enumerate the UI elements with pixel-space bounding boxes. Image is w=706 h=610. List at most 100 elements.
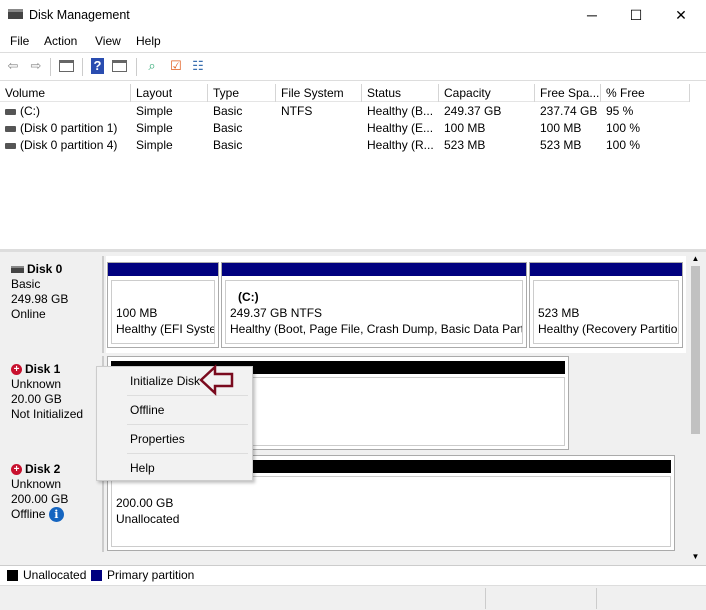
- partition-status: Healthy (Recovery Partition): [538, 322, 679, 336]
- cell-text: 100 %: [606, 138, 641, 152]
- menu-item-help[interactable]: Help: [130, 457, 155, 479]
- disk-state: Offline: [11, 507, 46, 521]
- legend-label-unallocated: Unallocated: [23, 568, 87, 582]
- title-bar: Disk Management ─ ☐ ✕: [0, 0, 706, 30]
- menu-action[interactable]: Action: [44, 34, 77, 48]
- volume-cell: 100 %: [601, 120, 690, 137]
- menu-item-offline[interactable]: Offline: [130, 399, 164, 421]
- menu-view[interactable]: View: [95, 34, 121, 48]
- column-free-space[interactable]: Free Spa...: [535, 84, 601, 102]
- partition-size: 249.37 GB NTFS: [230, 306, 323, 320]
- volume-row[interactable]: (C:) Simple Basic NTFS Healthy (B... 249.37 G…: [0, 103, 690, 120]
- cell-text: Healthy (B...: [367, 104, 434, 118]
- volume-icon: [5, 142, 16, 149]
- status-bar: [0, 585, 706, 610]
- column-status[interactable]: Status: [362, 84, 439, 102]
- cell-text: (Disk 0 partition 1): [20, 121, 118, 135]
- cell-text: Basic: [213, 121, 243, 135]
- volume-row[interactable]: (Disk 0 partition 4) Simple Basic Healthy (…: [0, 137, 690, 154]
- volume-icon: [5, 125, 16, 132]
- minimize-button[interactable]: ─: [569, 0, 615, 30]
- volume-cell: Healthy (B...: [362, 103, 439, 120]
- volume-icon: [5, 108, 16, 115]
- help-icon[interactable]: ?: [88, 56, 108, 76]
- cell-text: (C:): [20, 104, 40, 118]
- check-icon[interactable]: ☑: [166, 56, 186, 76]
- forward-icon[interactable]: ⇨: [26, 56, 46, 76]
- column-file-system[interactable]: File System: [276, 84, 362, 102]
- cell-text: Healthy (R...: [367, 138, 434, 152]
- volume-cell: NTFS: [276, 103, 362, 120]
- menu-help[interactable]: Help: [136, 34, 161, 48]
- partition-name: (C:): [238, 290, 259, 304]
- menu-file[interactable]: File: [10, 34, 29, 48]
- cell-text: Simple: [136, 138, 173, 152]
- volume-cell: 95 %: [601, 103, 690, 120]
- cell-text: (Disk 0 partition 4): [20, 138, 118, 152]
- volume-cell: Simple: [131, 120, 208, 137]
- info-icon[interactable]: i: [48, 507, 64, 523]
- partition-size: 200.00 GB: [116, 496, 174, 510]
- legend: Unallocated Primary partition: [0, 565, 706, 585]
- disk-2-label[interactable]: + Disk 2 Unknown 200.00 GB Offline i: [4, 456, 104, 552]
- disk-management-icon: [8, 9, 23, 19]
- disk-icon: [11, 266, 24, 274]
- volume-cell: 100 MB: [535, 120, 601, 137]
- column-percent-free[interactable]: % Free: [601, 84, 690, 102]
- disk-state: Online: [11, 307, 46, 321]
- volume-cell: 523 MB: [535, 137, 601, 154]
- column-type[interactable]: Type: [208, 84, 276, 102]
- cell-text: 523 MB: [444, 138, 486, 152]
- properties-list-icon[interactable]: ☷: [188, 56, 208, 76]
- cell-text: 523 MB: [540, 138, 582, 152]
- disk-name: Disk 0: [27, 262, 63, 276]
- disk-1-label[interactable]: + Disk 1 Unknown 20.00 GB Not Initialized: [4, 356, 104, 453]
- legend-label-primary: Primary partition: [107, 568, 195, 582]
- cell-text: 95 %: [606, 104, 634, 118]
- cell-text: Simple: [136, 121, 173, 135]
- volume-cell: 523 MB: [439, 137, 535, 154]
- connect-icon[interactable]: ⌕: [142, 56, 162, 76]
- menu-item-initialize-disk[interactable]: Initialize Disk: [130, 370, 200, 392]
- cell-text: 100 MB: [444, 121, 486, 135]
- volume-cell: (C:): [0, 103, 131, 120]
- cell-text: 100 %: [606, 121, 641, 135]
- maximize-button[interactable]: ☐: [613, 0, 659, 30]
- disk-name: Disk 2: [25, 462, 61, 476]
- column-volume[interactable]: Volume: [0, 84, 131, 102]
- volume-cell: Healthy (R...: [362, 137, 439, 154]
- disk-state: Not Initialized: [11, 407, 84, 421]
- volume-cell: Basic: [208, 120, 276, 137]
- volume-cell: Basic: [208, 103, 276, 120]
- partition-size: 100 MB: [116, 306, 158, 320]
- volume-cell: 237.74 GB: [535, 103, 601, 120]
- partition-recovery[interactable]: 523 MB Healthy (Recovery Partition): [529, 262, 683, 348]
- cell-text: Healthy (E...: [367, 121, 434, 135]
- menu-item-properties[interactable]: Properties: [130, 428, 185, 450]
- volume-row[interactable]: (Disk 0 partition 1) Simple Basic Healthy (…: [0, 120, 690, 137]
- partition-efi[interactable]: 100 MB Healthy (EFI System Partition): [107, 262, 219, 348]
- disk-size: 200.00 GB: [11, 492, 69, 506]
- disk-map-scrollbar[interactable]: ▲ ▼: [688, 252, 703, 564]
- column-layout[interactable]: Layout: [131, 84, 208, 102]
- close-button[interactable]: ✕: [658, 0, 704, 30]
- volume-cell: (Disk 0 partition 1): [0, 120, 131, 137]
- back-icon[interactable]: ⇦: [3, 56, 23, 76]
- action-pane-icon[interactable]: [110, 56, 130, 76]
- volume-cell: Healthy (E...: [362, 120, 439, 137]
- disk-0-label[interactable]: Disk 0 Basic 249.98 GB Online: [4, 256, 104, 353]
- column-capacity[interactable]: Capacity: [439, 84, 535, 102]
- disk-type: Unknown: [11, 477, 62, 491]
- console-tree-icon[interactable]: [57, 56, 77, 76]
- disk-type: Basic: [11, 277, 41, 291]
- partition-status: Healthy (EFI System Partition): [116, 322, 214, 336]
- legend-swatch-unallocated: [7, 570, 18, 581]
- partition-c[interactable]: (C:) 249.37 GB NTFS Healthy (Boot, Page Fi…: [221, 262, 527, 348]
- volume-cell: (Disk 0 partition 4): [0, 137, 131, 154]
- disk-size: 249.98 GB: [11, 292, 69, 306]
- cell-text: NTFS: [281, 104, 313, 118]
- legend-swatch-primary: [91, 570, 102, 581]
- volume-cell: Basic: [208, 137, 276, 154]
- partition-status: Healthy (Boot, Page File, Crash Dump, Ba…: [230, 322, 523, 336]
- cell-text: 237.74 GB: [540, 104, 598, 118]
